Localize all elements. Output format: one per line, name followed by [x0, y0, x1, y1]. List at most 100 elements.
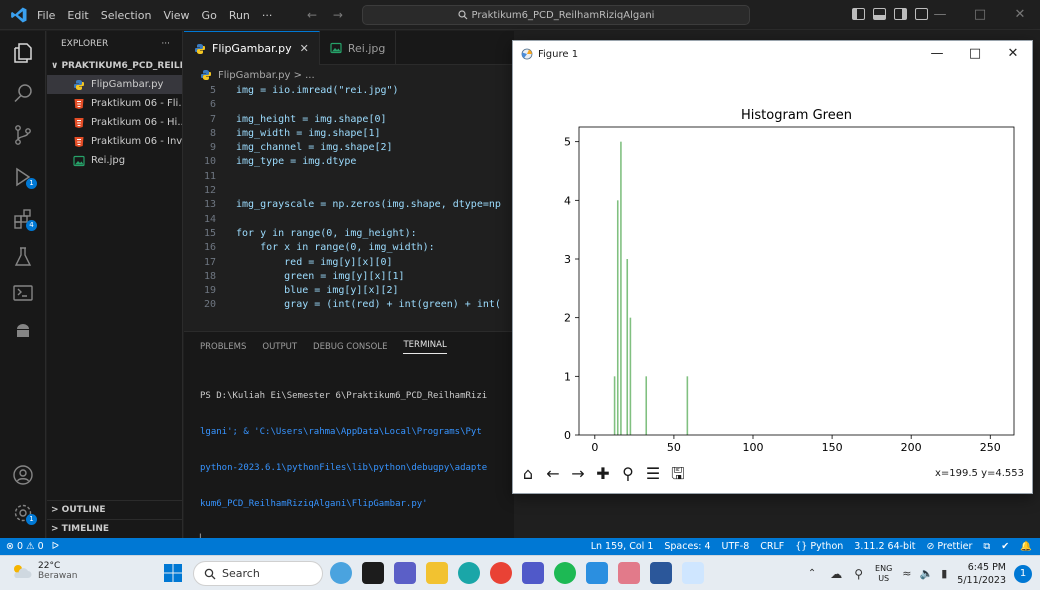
- teams-icon[interactable]: [522, 562, 544, 584]
- explorer-icon[interactable]: [11, 41, 35, 65]
- menu-run[interactable]: Run: [228, 9, 251, 22]
- problems-status[interactable]: ⊗ 0 ⚠ 0: [6, 541, 44, 552]
- chrome-icon[interactable]: [490, 562, 512, 584]
- file-item-praktikum-flip[interactable]: Praktikum 06 - Fli...: [47, 94, 182, 113]
- forward-arrow-icon[interactable]: →: [567, 463, 589, 485]
- copilot-icon[interactable]: ✔: [1001, 541, 1009, 552]
- edge-icon[interactable]: [458, 562, 480, 584]
- matplotlib-figure-window: Figure 1 — □ ✕ Histogram Green 0 50 100 150 2…: [512, 40, 1033, 494]
- notification-badge[interactable]: 1: [1014, 564, 1032, 583]
- toggle-sidebar-icon[interactable]: [852, 8, 865, 20]
- histogram-bar: [626, 259, 629, 435]
- task-view-icon[interactable]: [362, 562, 384, 584]
- search-icon[interactable]: [11, 81, 35, 105]
- windows-start-icon[interactable]: [163, 563, 183, 583]
- tab-terminal[interactable]: TERMINAL: [403, 340, 447, 354]
- language-bottom: US: [878, 573, 890, 583]
- clock[interactable]: 6:45 PM 5/11/2023: [957, 561, 1006, 587]
- word-icon[interactable]: [650, 562, 672, 584]
- figure-close-button[interactable]: ✕: [994, 41, 1032, 67]
- file-item-praktikum-invert[interactable]: Praktikum 06 - Inv...: [47, 132, 182, 151]
- android-icon[interactable]: [11, 319, 35, 343]
- teams-chat-icon[interactable]: [394, 562, 416, 584]
- file-explorer-icon[interactable]: [426, 562, 448, 584]
- end-of-line[interactable]: CRLF: [760, 541, 784, 552]
- notifications-bell-icon[interactable]: 🔔: [1020, 541, 1032, 552]
- python-figure-icon[interactable]: [682, 562, 704, 584]
- cursor-position[interactable]: Ln 159, Col 1: [591, 541, 654, 552]
- remote-status[interactable]: ᐅ: [52, 541, 59, 552]
- code-text: img_grayscale = np.zeros(img.shape, dtyp…: [236, 199, 501, 211]
- toggle-secondary-sidebar-icon[interactable]: [894, 8, 907, 20]
- file-item-flipgambar[interactable]: FlipGambar.py: [47, 75, 182, 94]
- line-number: 8: [209, 127, 216, 139]
- terminal[interactable]: PS D:\Kuliah Ei\Semester 6\Praktikum6_PC…: [184, 362, 514, 538]
- live-share-icon[interactable]: ⧉: [983, 541, 990, 552]
- testing-icon[interactable]: [11, 245, 35, 269]
- language-mode[interactable]: {} Python: [795, 541, 843, 552]
- explorer-more-button[interactable]: ···: [161, 39, 170, 49]
- network-tray-icon[interactable]: ⚲: [854, 567, 863, 581]
- maximize-button[interactable]: □: [960, 0, 1000, 30]
- configure-subplots-icon[interactable]: ☰: [642, 463, 664, 485]
- workspace-folder[interactable]: ∨ PRAKTIKUM6_PCD_REILHA...: [47, 57, 182, 75]
- menu-go[interactable]: Go: [201, 9, 218, 22]
- back-arrow-icon[interactable]: ←: [542, 463, 564, 485]
- spotify-icon[interactable]: [554, 562, 576, 584]
- file-item-praktikum-histogram[interactable]: Praktikum 06 - Hi...: [47, 113, 182, 132]
- volume-icon[interactable]: 🔈: [920, 567, 934, 580]
- source-control-icon[interactable]: [11, 123, 35, 147]
- tab-output[interactable]: OUTPUT: [262, 342, 297, 352]
- weather-widget[interactable]: 22°C Berawan: [10, 561, 78, 581]
- figure-minimize-button[interactable]: —: [918, 41, 956, 67]
- remote-explorer-icon[interactable]: [11, 281, 35, 305]
- indentation[interactable]: Spaces: 4: [664, 541, 710, 552]
- encoding[interactable]: UTF-8: [722, 541, 750, 552]
- taskbar-search[interactable]: Search: [193, 561, 323, 586]
- home-icon[interactable]: ⌂: [517, 463, 539, 485]
- close-button[interactable]: ✕: [1000, 0, 1040, 30]
- tab-problems[interactable]: PROBLEMS: [200, 342, 246, 352]
- menu-file[interactable]: File: [36, 9, 56, 22]
- tab-close-icon[interactable]: ✕: [300, 42, 309, 55]
- bing-icon[interactable]: [330, 562, 352, 584]
- menu-selection[interactable]: Selection: [100, 9, 153, 22]
- language-indicator[interactable]: ENG US: [875, 564, 892, 584]
- account-icon[interactable]: [11, 463, 35, 487]
- tab-debug-console[interactable]: DEBUG CONSOLE: [313, 342, 387, 352]
- code-editor[interactable]: 5 img = iio.imread("rei.jpg") 6 7 img_height…: [184, 84, 514, 329]
- timeline-section[interactable]: > TIMELINE: [47, 519, 183, 538]
- show-hidden-icons-icon[interactable]: ⌃: [808, 568, 816, 579]
- vscode-desktop: File Edit Selection View Go Run ··· ← → …: [0, 0, 1040, 590]
- line-number: 6: [209, 99, 216, 111]
- app-icon[interactable]: [618, 562, 640, 584]
- outline-section[interactable]: > OUTLINE: [47, 500, 183, 519]
- code-line: 8 img_width = img.shape[1]: [184, 127, 514, 141]
- system-tray: ⌃ ☁ ⚲ ENG US ≈ 🔈 ▮ 6:45 PM 5/11/2023 1: [808, 556, 1040, 590]
- histogram-plot[interactable]: Histogram Green 0 50 100 150 200 250 0 1 2 3 4 5: [513, 67, 1032, 453]
- wifi-icon[interactable]: ≈: [902, 567, 911, 580]
- nav-arrows[interactable]: ← →: [307, 8, 349, 22]
- save-icon[interactable]: 🖫: [667, 463, 689, 485]
- battery-icon[interactable]: ▮: [941, 567, 947, 580]
- pan-icon[interactable]: ✚: [592, 463, 614, 485]
- zoom-icon[interactable]: ⚲: [617, 463, 639, 485]
- toggle-panel-icon[interactable]: [873, 8, 886, 20]
- line-number: 7: [209, 113, 216, 125]
- terminal-line: kum6_PCD_ReilhamRiziqAlgani\FlipGambar.p…: [200, 499, 428, 509]
- python-interpreter[interactable]: 3.11.2 64-bit: [854, 541, 915, 552]
- minimize-button[interactable]: —: [920, 0, 960, 30]
- menu-view[interactable]: View: [162, 9, 190, 22]
- menu-edit[interactable]: Edit: [66, 9, 89, 22]
- file-item-rei-jpg[interactable]: Rei.jpg: [47, 151, 182, 170]
- vscode-taskbar-icon[interactable]: [586, 562, 608, 584]
- tab-flipgambar[interactable]: FlipGambar.py ✕: [184, 31, 320, 65]
- breadcrumb[interactable]: FlipGambar.py > ...: [184, 66, 315, 84]
- prettier-status[interactable]: ⊘ Prettier: [926, 541, 972, 552]
- menu-more[interactable]: ···: [261, 9, 274, 22]
- figure-maximize-button[interactable]: □: [956, 41, 994, 67]
- onedrive-icon[interactable]: ☁: [830, 567, 842, 581]
- command-center[interactable]: Praktikum6_PCD_ReilhamRiziqAlgani: [362, 5, 750, 25]
- tab-rei-jpg[interactable]: Rei.jpg: [320, 31, 397, 65]
